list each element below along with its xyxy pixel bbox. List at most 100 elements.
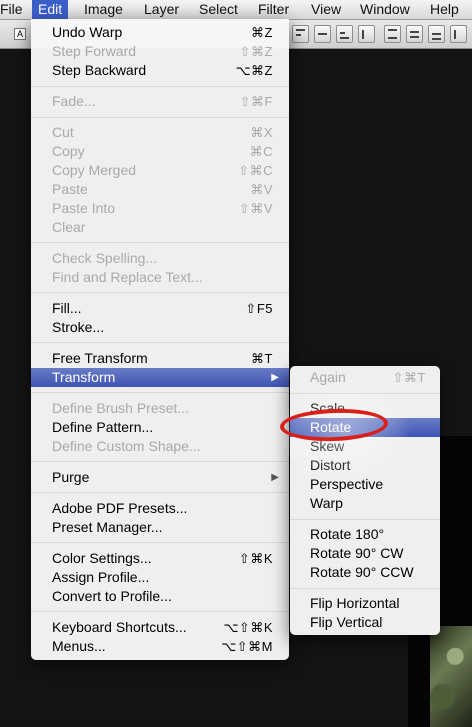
menu-layer[interactable]: Layer xyxy=(138,0,185,19)
menu-item-label: Purge xyxy=(52,469,90,485)
menu-item-rotate-90-cw[interactable]: Rotate 90° CW xyxy=(290,544,440,563)
align-left-icon[interactable] xyxy=(358,25,375,43)
auto-select-checkbox[interactable]: A xyxy=(14,28,26,40)
menu-item-shortcut: ⇧⌘C xyxy=(238,163,273,178)
menu-item-again[interactable]: Again ⇧⌘T xyxy=(290,368,440,387)
menu-item-label: Rotate 180° xyxy=(310,526,385,542)
menu-item-warp[interactable]: Warp xyxy=(290,494,440,513)
menu-item-flip-horizontal[interactable]: Flip Horizontal xyxy=(290,594,440,613)
menu-item-label: Keyboard Shortcuts... xyxy=(52,619,187,635)
menu-item-label: Assign Profile... xyxy=(52,569,150,585)
menu-window[interactable]: Window xyxy=(354,0,416,19)
menu-file[interactable]: File xyxy=(0,0,29,19)
menu-view[interactable]: View xyxy=(305,0,347,19)
menu-item-label: Step Backward xyxy=(52,62,147,78)
menu-item-clear[interactable]: Clear xyxy=(31,218,289,237)
menu-item-paste[interactable]: Paste ⌘V xyxy=(31,180,289,199)
menu-item-label: Define Pattern... xyxy=(52,419,154,435)
menu-item-color-settings[interactable]: Color Settings... ⇧⌘K xyxy=(31,549,289,568)
menu-separator xyxy=(31,117,289,118)
menu-item-define-brush-preset[interactable]: Define Brush Preset... xyxy=(31,399,289,418)
menu-item-label: Step Forward xyxy=(52,43,137,59)
menu-item-label: Rotate 90° CCW xyxy=(310,564,414,580)
menu-item-shortcut: ⌥⇧⌘M xyxy=(221,639,273,654)
menu-filter[interactable]: Filter xyxy=(252,0,295,19)
menu-item-label: Cut xyxy=(52,124,74,140)
menu-item-flip-vertical[interactable]: Flip Vertical xyxy=(290,613,440,632)
menu-separator xyxy=(31,461,289,462)
distribute-top-icon[interactable] xyxy=(384,25,401,43)
menu-item-shortcut: ⌘X xyxy=(250,125,273,140)
menu-separator xyxy=(31,292,289,293)
distribute-bottom-icon[interactable] xyxy=(428,25,445,43)
menu-item-shortcut: ⌘C xyxy=(249,144,273,159)
menu-item-menus[interactable]: Menus... ⌥⇧⌘M xyxy=(31,637,289,656)
menu-item-undo-warp[interactable]: Undo Warp ⌘Z xyxy=(31,23,289,42)
menu-item-convert-profile[interactable]: Convert to Profile... xyxy=(31,587,289,606)
menu-item-keyboard-shortcuts[interactable]: Keyboard Shortcuts... ⌥⇧⌘K xyxy=(31,618,289,637)
menu-item-purge[interactable]: Purge ▶ xyxy=(31,468,289,487)
menu-item-shortcut: ⌥⌘Z xyxy=(235,63,273,78)
menu-item-step-backward[interactable]: Step Backward ⌥⌘Z xyxy=(31,61,289,80)
menu-item-check-spelling[interactable]: Check Spelling... xyxy=(31,249,289,268)
menu-item-cut[interactable]: Cut ⌘X xyxy=(31,123,289,142)
menu-item-label: Distort xyxy=(310,457,351,473)
menu-separator xyxy=(290,519,440,520)
menu-item-label: Fade... xyxy=(52,93,96,109)
menu-item-label: Find and Replace Text... xyxy=(52,269,203,285)
menu-item-rotate-90-ccw[interactable]: Rotate 90° CCW xyxy=(290,563,440,582)
transform-submenu: Again ⇧⌘T Scale Rotate Skew Distort Pers… xyxy=(290,366,440,635)
menu-item-paste-into[interactable]: Paste Into ⇧⌘V xyxy=(31,199,289,218)
menu-item-scale[interactable]: Scale xyxy=(290,399,440,418)
menu-item-copy[interactable]: Copy ⌘C xyxy=(31,142,289,161)
menu-separator xyxy=(31,86,289,87)
submenu-arrow-icon: ▶ xyxy=(271,472,279,483)
menu-separator xyxy=(290,588,440,589)
menu-select[interactable]: Select xyxy=(193,0,244,19)
menu-item-label: Color Settings... xyxy=(52,550,152,566)
distribute-vcenter-icon[interactable] xyxy=(406,25,423,43)
align-top-icon[interactable] xyxy=(292,25,309,43)
menu-item-step-forward[interactable]: Step Forward ⇧⌘Z xyxy=(31,42,289,61)
menu-separator xyxy=(31,492,289,493)
align-bottom-icon[interactable] xyxy=(336,25,353,43)
menu-item-fade[interactable]: Fade... ⇧⌘F xyxy=(31,92,289,111)
menu-item-free-transform[interactable]: Free Transform ⌘T xyxy=(31,349,289,368)
menu-item-label: Free Transform xyxy=(52,350,148,366)
menu-item-assign-profile[interactable]: Assign Profile... xyxy=(31,568,289,587)
menu-item-copy-merged[interactable]: Copy Merged ⇧⌘C xyxy=(31,161,289,180)
menu-item-label: Skew xyxy=(310,438,345,454)
menu-item-define-pattern[interactable]: Define Pattern... xyxy=(31,418,289,437)
menu-item-define-custom-shape[interactable]: Define Custom Shape... xyxy=(31,437,289,456)
menu-help[interactable]: Help xyxy=(424,0,465,19)
menu-item-label: Scale xyxy=(310,400,346,416)
menu-item-shortcut: ⇧⌘T xyxy=(392,370,426,385)
menu-item-shortcut: ⌘T xyxy=(251,351,273,366)
menu-item-label: Fill... xyxy=(52,300,82,316)
menu-item-transform[interactable]: Transform ▶ xyxy=(31,368,289,387)
menu-item-label: Paste xyxy=(52,181,88,197)
menu-item-label: Again xyxy=(310,369,346,385)
menu-item-label: Perspective xyxy=(310,476,384,492)
menu-edit[interactable]: Edit xyxy=(32,0,69,19)
menu-item-shortcut: ⌘Z xyxy=(251,25,273,40)
menu-item-rotate-180[interactable]: Rotate 180° xyxy=(290,525,440,544)
menu-item-distort[interactable]: Distort xyxy=(290,456,440,475)
menu-item-label: Preset Manager... xyxy=(52,519,163,535)
menu-separator xyxy=(31,242,289,243)
menu-item-label: Menus... xyxy=(52,638,106,654)
menu-item-pdf-presets[interactable]: Adobe PDF Presets... xyxy=(31,499,289,518)
menu-item-rotate[interactable]: Rotate xyxy=(290,418,440,437)
menu-item-find-replace[interactable]: Find and Replace Text... xyxy=(31,268,289,287)
menu-item-stroke[interactable]: Stroke... xyxy=(31,318,289,337)
menu-item-fill[interactable]: Fill... ⇧F5 xyxy=(31,299,289,318)
menu-item-shortcut: ⇧⌘K xyxy=(238,551,273,566)
menu-separator xyxy=(31,542,289,543)
menu-item-perspective[interactable]: Perspective xyxy=(290,475,440,494)
align-vcenter-icon[interactable] xyxy=(314,25,331,43)
menu-image[interactable]: Image xyxy=(78,0,129,19)
edit-menu: Undo Warp ⌘Z Step Forward ⇧⌘Z Step Backw… xyxy=(31,19,289,660)
menu-item-preset-manager[interactable]: Preset Manager... xyxy=(31,518,289,537)
distribute-left-icon[interactable] xyxy=(450,25,467,43)
menu-item-skew[interactable]: Skew xyxy=(290,437,440,456)
